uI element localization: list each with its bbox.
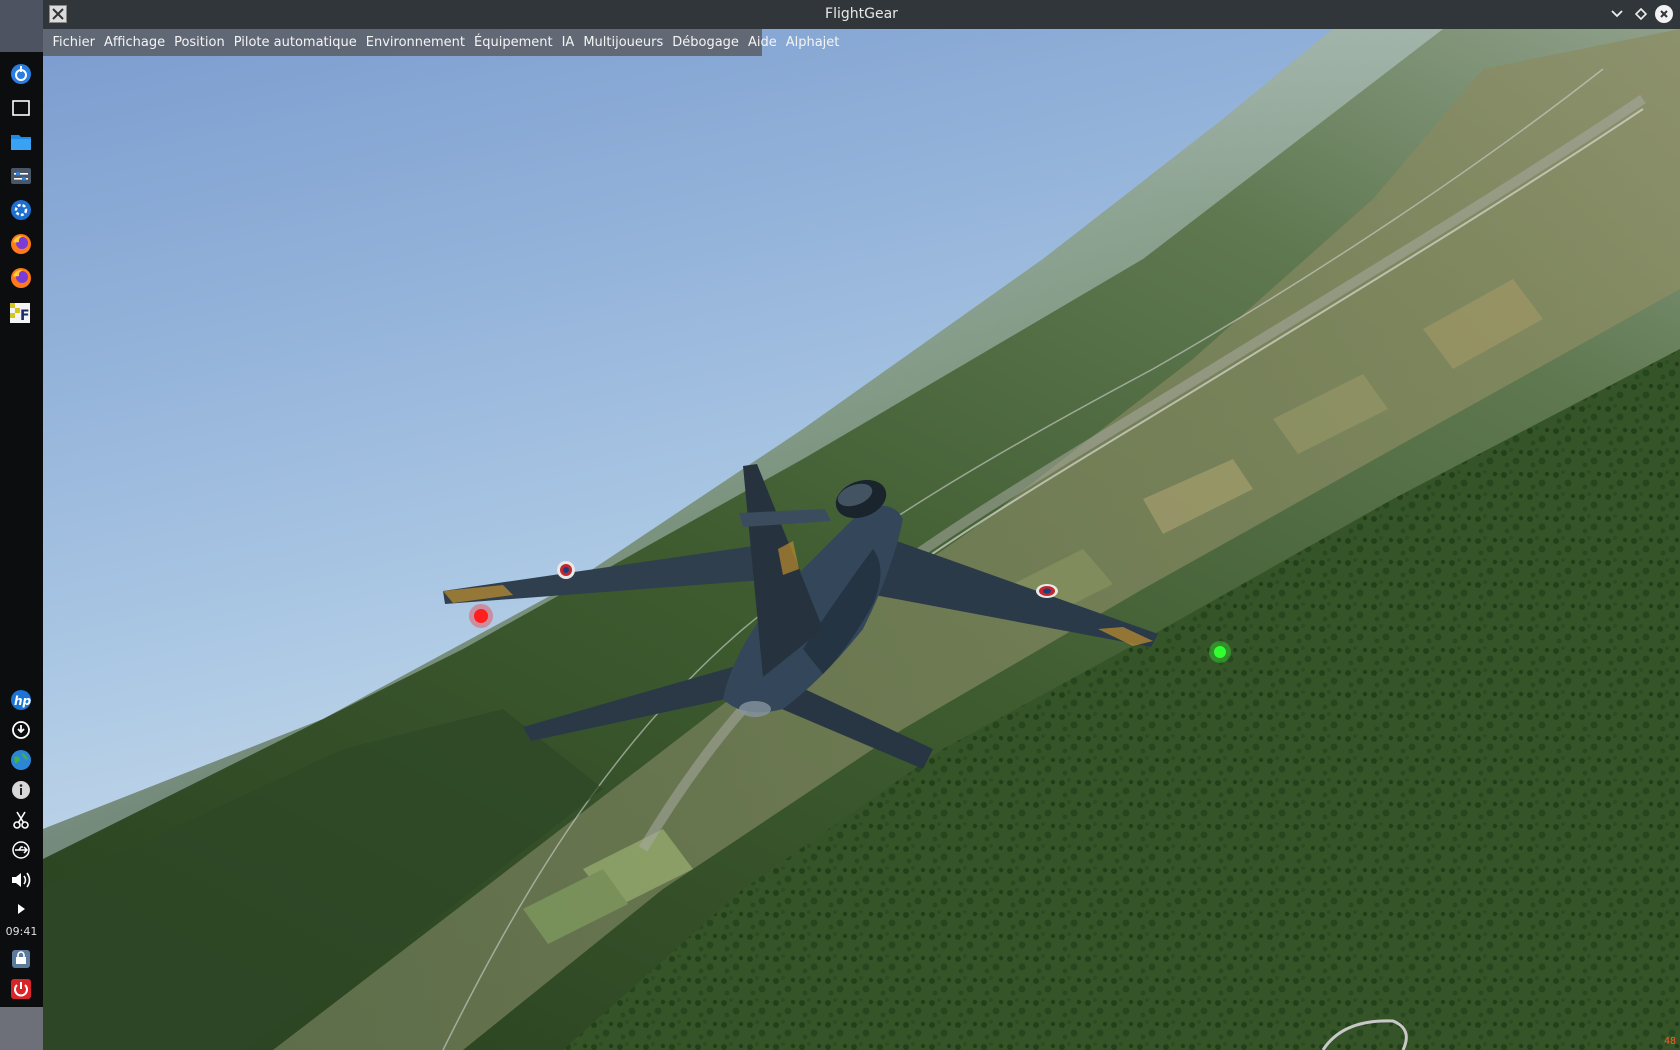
menu-aide[interactable]: Aide xyxy=(743,35,781,50)
menu-alphajet[interactable]: Alphajet xyxy=(781,35,844,50)
menu-position[interactable]: Position xyxy=(170,35,230,50)
minimize-chevron-icon[interactable] xyxy=(1608,5,1626,23)
menu-fichier[interactable]: Fichier xyxy=(48,35,100,50)
dock: F hp 09:41 xyxy=(0,0,43,1050)
network-globe-icon[interactable] xyxy=(9,748,33,772)
launcher-icon[interactable] xyxy=(9,62,33,86)
menu-pilote-automatique[interactable]: Pilote automatique xyxy=(229,35,361,50)
expand-arrow-icon[interactable] xyxy=(9,897,33,921)
control-center-icon[interactable] xyxy=(9,198,33,222)
close-icon[interactable] xyxy=(1655,5,1673,23)
volume-icon[interactable] xyxy=(9,868,33,892)
menu-environnement[interactable]: Environnement xyxy=(361,35,469,50)
usb-icon[interactable] xyxy=(9,838,33,862)
power-icon[interactable] xyxy=(9,977,33,1001)
firefox-icon[interactable] xyxy=(9,232,33,256)
info-icon[interactable] xyxy=(9,778,33,802)
maximize-diamond-icon[interactable] xyxy=(1632,5,1650,23)
system-settings-icon[interactable] xyxy=(9,164,33,188)
scene-render xyxy=(43,29,1680,1050)
window-titlebar[interactable]: FlightGear xyxy=(43,0,1680,29)
svg-text:hp: hp xyxy=(14,694,32,708)
flight-view[interactable]: 48 xyxy=(43,29,1680,1050)
desktop-icon[interactable] xyxy=(9,96,33,120)
menu-equipement[interactable]: Équipement xyxy=(470,35,558,50)
lock-screen-icon[interactable] xyxy=(9,947,33,971)
window-title: FlightGear xyxy=(825,6,898,22)
scissors-icon[interactable] xyxy=(9,808,33,832)
flightgear-icon[interactable]: F xyxy=(9,300,33,324)
file-manager-icon[interactable] xyxy=(9,130,33,154)
menu-ia[interactable]: IA xyxy=(557,35,579,50)
firefox-icon[interactable] xyxy=(9,266,33,290)
clock[interactable]: 09:41 xyxy=(0,925,43,938)
svg-text:F: F xyxy=(20,308,30,324)
menu-debogage[interactable]: Débogage xyxy=(668,35,744,50)
fps-counter: 48 xyxy=(1663,1036,1676,1047)
menu-affichage[interactable]: Affichage xyxy=(100,35,170,50)
hp-icon[interactable]: hp xyxy=(9,688,33,712)
menu-multijoueurs[interactable]: Multijoueurs xyxy=(579,35,668,50)
menu-bar: Fichier Affichage Position Pilote automa… xyxy=(43,29,839,56)
updater-icon[interactable] xyxy=(9,718,33,742)
